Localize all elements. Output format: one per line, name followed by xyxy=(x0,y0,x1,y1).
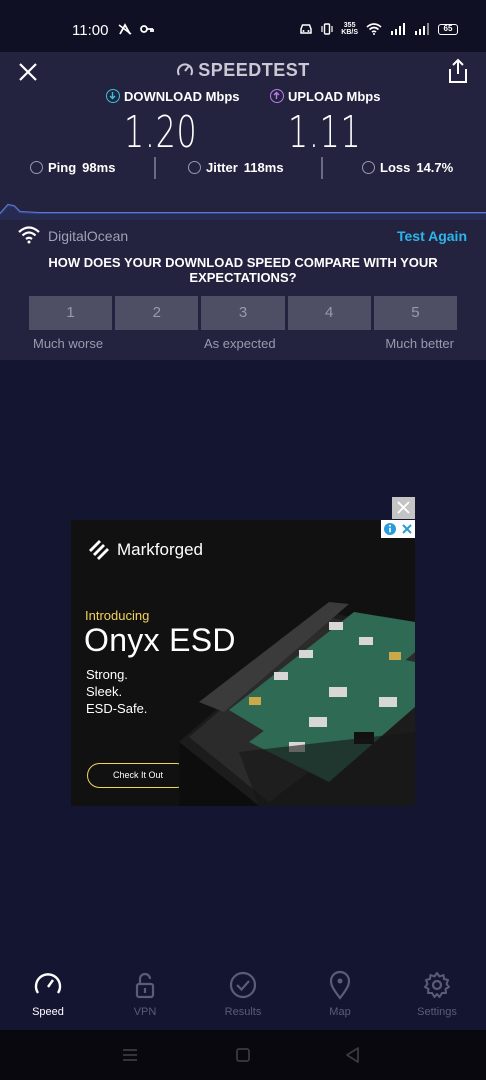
battery-icon: 65 xyxy=(438,23,458,35)
ad-logo: Markforged xyxy=(87,538,203,562)
signal-icon xyxy=(391,23,405,35)
ad-intro: Introducing xyxy=(85,608,150,623)
jitter-value: 118ms xyxy=(243,160,284,175)
rating-row: 1 2 3 4 5 xyxy=(29,296,458,330)
ad-tagline-line: Sleek. xyxy=(86,684,123,699)
rating-button[interactable]: 3 xyxy=(201,296,285,330)
close-icon xyxy=(397,501,410,514)
markforged-logo-icon xyxy=(89,540,109,560)
download-value: 1.20 xyxy=(124,107,198,158)
nav-speed[interactable]: Speed xyxy=(8,970,88,1018)
circuit-board-tray-image xyxy=(179,602,415,806)
map-pin-icon xyxy=(329,970,351,1000)
adchoices-badge[interactable] xyxy=(381,520,415,538)
ping-label: Ping xyxy=(48,160,77,175)
ping-icon xyxy=(30,161,43,174)
nav-settings[interactable]: Settings xyxy=(397,970,477,1018)
test-again-button[interactable]: Test Again xyxy=(397,228,467,244)
info-icon xyxy=(384,523,396,535)
net-speed-value: 355 xyxy=(343,22,356,29)
nav-label: VPN xyxy=(133,1006,157,1018)
ad-tagline: Strong. Sleek. ESD-Safe. xyxy=(86,666,147,717)
jitter-stat: Jitter 118ms xyxy=(188,160,284,175)
menu-icon[interactable] xyxy=(121,1046,139,1064)
loss-label: Loss xyxy=(380,160,411,175)
ad-tagline-line: Strong. xyxy=(86,667,128,682)
status-right: 355 KB/S 65 xyxy=(299,22,458,36)
ad-tagline-line: ESD-Safe. xyxy=(86,701,148,716)
speedometer-logo-icon xyxy=(177,63,194,76)
ad-cta-button[interactable]: Check It Out xyxy=(87,763,189,788)
net-speed-unit: KB/S xyxy=(341,29,358,36)
key-icon xyxy=(139,25,154,33)
ping-stat: Ping 98ms xyxy=(30,160,115,175)
jitter-label: Jitter xyxy=(206,160,238,175)
nav-label: Results xyxy=(224,1006,262,1018)
server-name: DigitalOcean xyxy=(48,228,129,244)
rating-button[interactable]: 1 xyxy=(29,296,113,330)
status-time: 11:00 xyxy=(72,22,109,39)
download-header: DOWNLOAD Mbps xyxy=(106,89,240,104)
close-icon xyxy=(402,524,412,534)
car-icon xyxy=(300,24,313,34)
ad-close-button[interactable] xyxy=(392,497,415,519)
server-row: DigitalOcean Test Again xyxy=(0,226,486,248)
speed-graph xyxy=(0,203,486,220)
rating-label-mid: As expected xyxy=(204,336,276,351)
rating-button[interactable]: 4 xyxy=(287,296,371,330)
status-bar: 11:00 355 KB/S 65 xyxy=(0,0,486,52)
wifi-icon xyxy=(18,226,40,244)
signal-icon xyxy=(415,23,429,35)
wifi-icon xyxy=(366,23,382,35)
download-label: DOWNLOAD Mbps xyxy=(124,89,240,104)
loss-value: 14.7% xyxy=(416,160,454,175)
gear-icon xyxy=(424,972,450,998)
brand-text: SPEEDTEST xyxy=(198,60,310,80)
status-left-icons xyxy=(118,22,154,37)
survey-question: HOW DOES YOUR DOWNLOAD SPEED COMPARE WIT… xyxy=(48,255,438,285)
stats-row: Ping 98ms Jitter 118ms Loss 14.7% xyxy=(0,160,486,182)
rating-label-low: Much worse xyxy=(33,336,104,351)
upload-arrow-icon xyxy=(270,89,284,103)
ping-value: 98ms xyxy=(82,160,116,175)
download-arrow-icon xyxy=(106,89,120,103)
nav-label: Settings xyxy=(417,1006,457,1018)
speedtest-result-panel: SPEEDTEST DOWNLOAD Mbps UPLOAD Mbps 1.20… xyxy=(0,52,486,360)
vibrate-icon xyxy=(321,23,333,35)
nav-label: Map xyxy=(329,1006,351,1018)
upload-header: UPLOAD Mbps xyxy=(270,89,380,104)
upload-value: 1.11 xyxy=(288,107,362,158)
no-signal-icon xyxy=(118,23,132,35)
rating-label-high: Much better xyxy=(385,336,454,351)
nav-results[interactable]: Results xyxy=(203,970,283,1018)
share-icon[interactable] xyxy=(446,58,470,84)
speedtest-brand: SPEEDTEST xyxy=(0,60,486,81)
nav-vpn[interactable]: VPN xyxy=(105,970,185,1018)
lock-icon xyxy=(135,972,155,999)
net-speed: 355 KB/S xyxy=(341,22,358,36)
rating-labels: Much worse As expected Much better xyxy=(0,336,486,352)
upload-label: UPLOAD Mbps xyxy=(288,89,381,104)
home-icon[interactable] xyxy=(234,1046,252,1064)
nav-map[interactable]: Map xyxy=(300,970,380,1018)
check-circle-icon xyxy=(229,971,257,999)
jitter-icon xyxy=(188,161,201,174)
nav-label: Speed xyxy=(32,1006,64,1018)
rating-button[interactable]: 2 xyxy=(115,296,199,330)
stats-divider xyxy=(154,157,156,179)
back-icon[interactable] xyxy=(344,1046,362,1064)
speedometer-icon xyxy=(34,973,62,994)
system-navigation-bar xyxy=(0,1030,486,1080)
loss-icon xyxy=(362,161,375,174)
rating-button[interactable]: 5 xyxy=(373,296,458,330)
loss-stat: Loss 14.7% xyxy=(362,160,453,175)
ad-brand: Markforged xyxy=(117,540,203,559)
stats-divider xyxy=(321,157,323,179)
ad-banner[interactable]: Markforged Introducing Onyx ESD Strong. … xyxy=(71,520,415,806)
bottom-navigation: Speed VPN Results Map Settings xyxy=(0,960,486,1030)
